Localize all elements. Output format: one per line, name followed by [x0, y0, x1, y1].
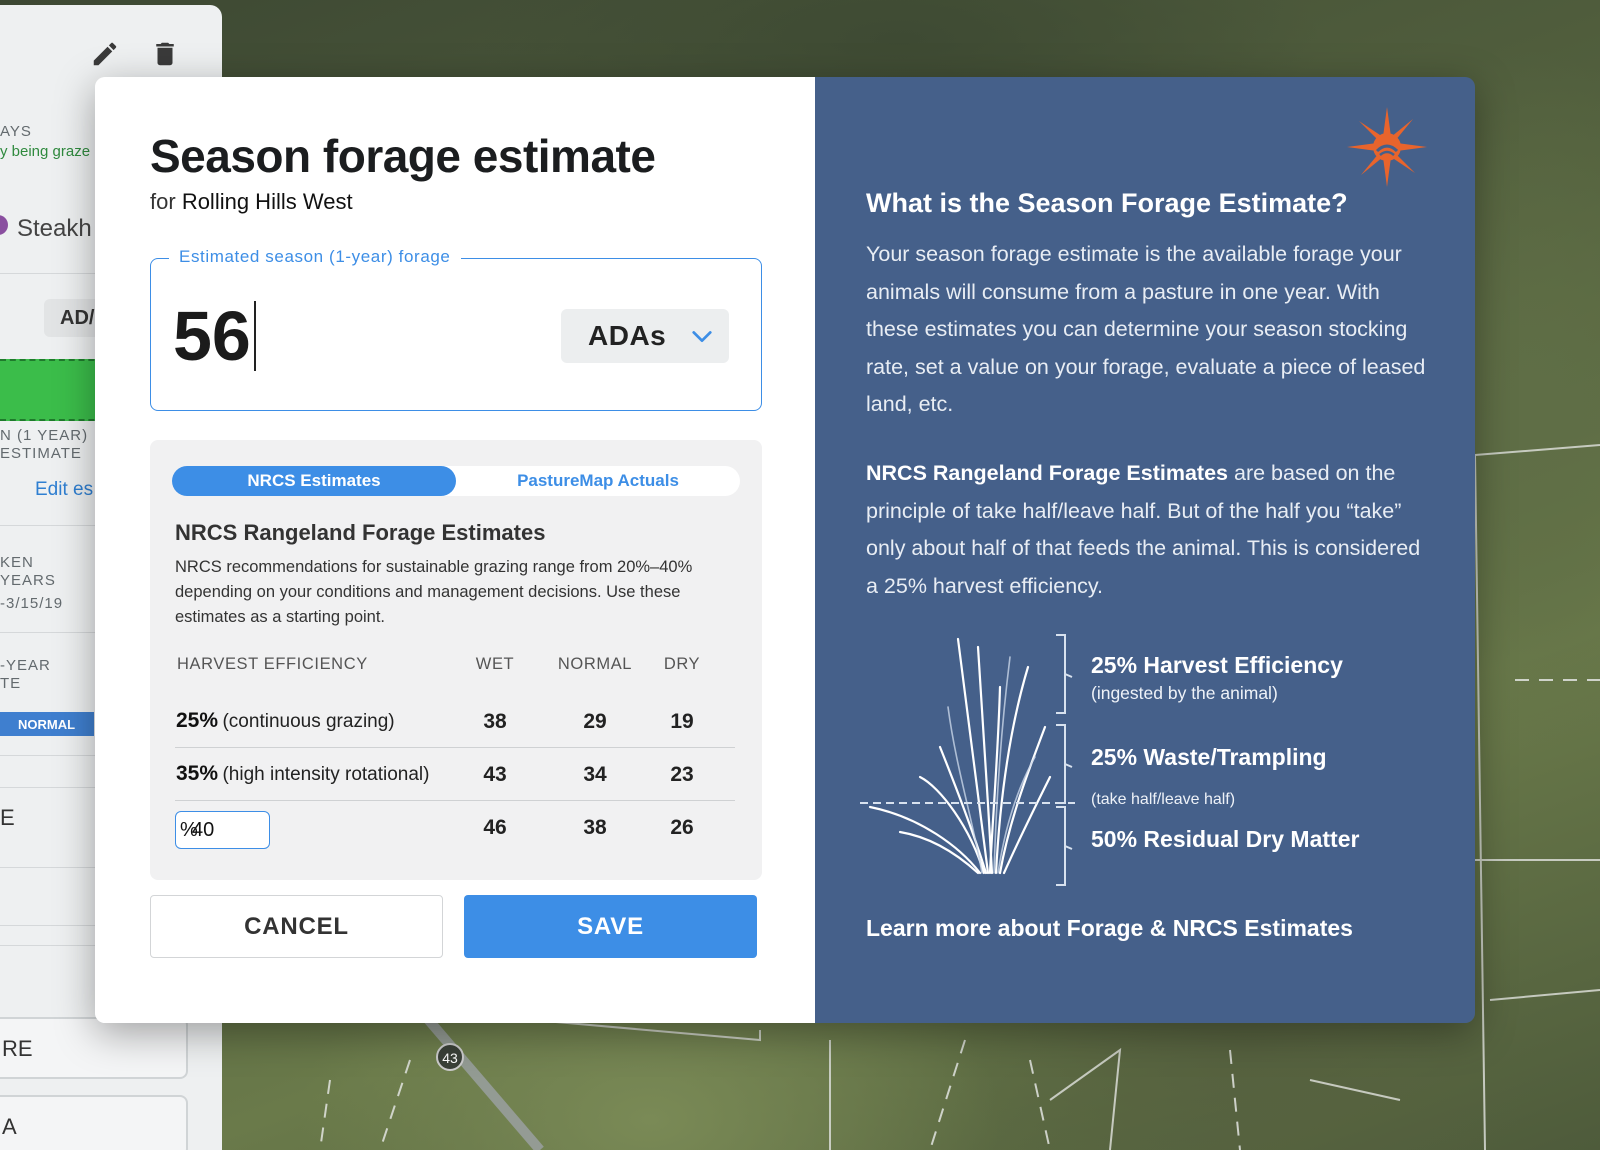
waste-label: 25% Waste/Trampling [1091, 744, 1327, 770]
modal-title: Season forage estimate [150, 130, 656, 182]
unit-select[interactable]: ADAs [561, 309, 729, 363]
herd-avatar [0, 215, 8, 235]
estimate-tabs: NRCS Estimates PastureMap Actuals [172, 466, 740, 496]
row-label: 25% (continuous grazing) [176, 709, 395, 733]
edit-estimate-link[interactable]: Edit es [35, 479, 93, 501]
info-paragraph: Your season forage estimate is the avail… [866, 242, 1426, 416]
season-label: N (1 YEAR) [0, 427, 89, 444]
row-method: (continuous grazing) [222, 711, 395, 732]
learn-more-link[interactable]: Learn more about Forage & NRCS Estimates [866, 915, 1353, 942]
column-header-wet: WET [475, 655, 515, 673]
estimates-card: NRCS Estimates PastureMap Actuals NRCS R… [150, 440, 762, 880]
info-panel: What is the Season Forage Estimate? Your… [815, 77, 1475, 1023]
subtitle-prefix: for [150, 189, 176, 214]
panel-button[interactable]: A [0, 1095, 188, 1150]
herd-name[interactable]: Steakh [17, 215, 92, 243]
modal-subtitle: for Rolling Hills West [150, 189, 353, 215]
table-row[interactable]: 35% (high intensity rotational) 43 34 23 [175, 748, 735, 801]
forage-estimate-field[interactable]: Estimated season (1-year) forage 56 ADAs [150, 247, 762, 411]
row-method: (high intensity rotational) [222, 764, 430, 785]
season-forage-modal: Season forage estimate for Rolling Hills… [95, 77, 1475, 1023]
cell-normal: 38 [583, 816, 607, 839]
split-note: (take half/leave half) [1091, 791, 1236, 808]
percent-suffix: % [180, 818, 198, 841]
tab-nrcs-estimates[interactable]: NRCS Estimates [172, 466, 456, 496]
nrcs-description: NRCS recommendations for sustainable gra… [175, 558, 693, 626]
unit-selected-value: ADAs [588, 320, 667, 351]
column-header-normal: NORMAL [557, 655, 633, 673]
cell-wet: 46 [483, 816, 507, 839]
taken-label: KEN [0, 554, 34, 571]
table-row-custom[interactable]: 40 % 46 38 26 [175, 801, 735, 854]
days-label: AYS [0, 123, 32, 140]
year-label: -YEAR [0, 657, 51, 674]
nrcs-title: NRCS Rangeland Forage Estimates [175, 520, 546, 545]
harvest-efficiency-label: 25% Harvest Efficiency [1091, 652, 1343, 678]
road-marker-label: 43 [442, 1050, 458, 1066]
farm-name: Rolling Hills West [181, 189, 353, 214]
chevron-down-icon [692, 331, 712, 343]
cell-dry: 26 [670, 816, 694, 839]
pencil-icon[interactable] [90, 39, 120, 69]
trash-icon[interactable] [150, 39, 180, 69]
tab-pasturemap-actuals[interactable]: PastureMap Actuals [456, 466, 740, 496]
row-label: 35% (high intensity rotational) [176, 762, 429, 786]
forage-form: Season forage estimate for Rolling Hills… [95, 77, 815, 1023]
cell-dry: 19 [670, 710, 694, 733]
sun-logo-icon [1347, 107, 1427, 187]
text-caret [253, 301, 256, 371]
residual-label: 50% Residual Dry Matter [1091, 826, 1360, 852]
forage-field-legend: Estimated season (1-year) forage [169, 247, 461, 267]
estimate-label: ESTIMATE [0, 445, 82, 462]
harvest-efficiency-sub: (ingested by the animal) [1091, 683, 1278, 703]
years-label: YEARS [0, 572, 56, 589]
table-header: HARVEST EFFICIENCY WET NORMAL DRY [175, 655, 735, 695]
cancel-button[interactable]: CANCEL [150, 895, 443, 958]
info-paragraph-bold: NRCS Rangeland Forage Estimates [866, 461, 1229, 485]
harvest-efficiency-table: HARVEST EFFICIENCY WET NORMAL DRY 25% (c… [175, 655, 735, 854]
row-percent: 35% [176, 762, 219, 785]
custom-efficiency-input[interactable]: 40 % [175, 811, 270, 849]
cell-normal: 34 [583, 763, 607, 786]
estimate-short-label: TE [0, 675, 22, 692]
info-paragraph-nrcs: NRCS Rangeland Forage Estimates are base… [866, 455, 1426, 605]
normal-badge: NORMAL [0, 712, 94, 736]
row-label: E [0, 805, 16, 830]
save-button[interactable]: SAVE [464, 895, 757, 958]
column-header-dry: DRY [663, 655, 701, 673]
cell-dry: 23 [670, 763, 694, 786]
cell-wet: 38 [483, 710, 507, 733]
cell-normal: 29 [583, 710, 607, 733]
column-header-harvest: HARVEST EFFICIENCY [177, 655, 368, 673]
custom-efficiency-value: 40 [192, 818, 215, 841]
row-percent: 25% [176, 709, 219, 732]
grazing-status: y being graze [0, 143, 91, 160]
grass-icon [860, 634, 1075, 886]
date-label: -3/15/19 [0, 595, 64, 612]
table-row[interactable]: 25% (continuous grazing) 38 29 19 [175, 695, 735, 748]
panel-button[interactable]: RE [0, 1017, 188, 1079]
forage-value: 56 [173, 297, 251, 375]
forage-value-input[interactable]: 56 [173, 295, 433, 377]
info-title: What is the Season Forage Estimate? [866, 188, 1348, 218]
cell-wet: 43 [483, 763, 507, 786]
